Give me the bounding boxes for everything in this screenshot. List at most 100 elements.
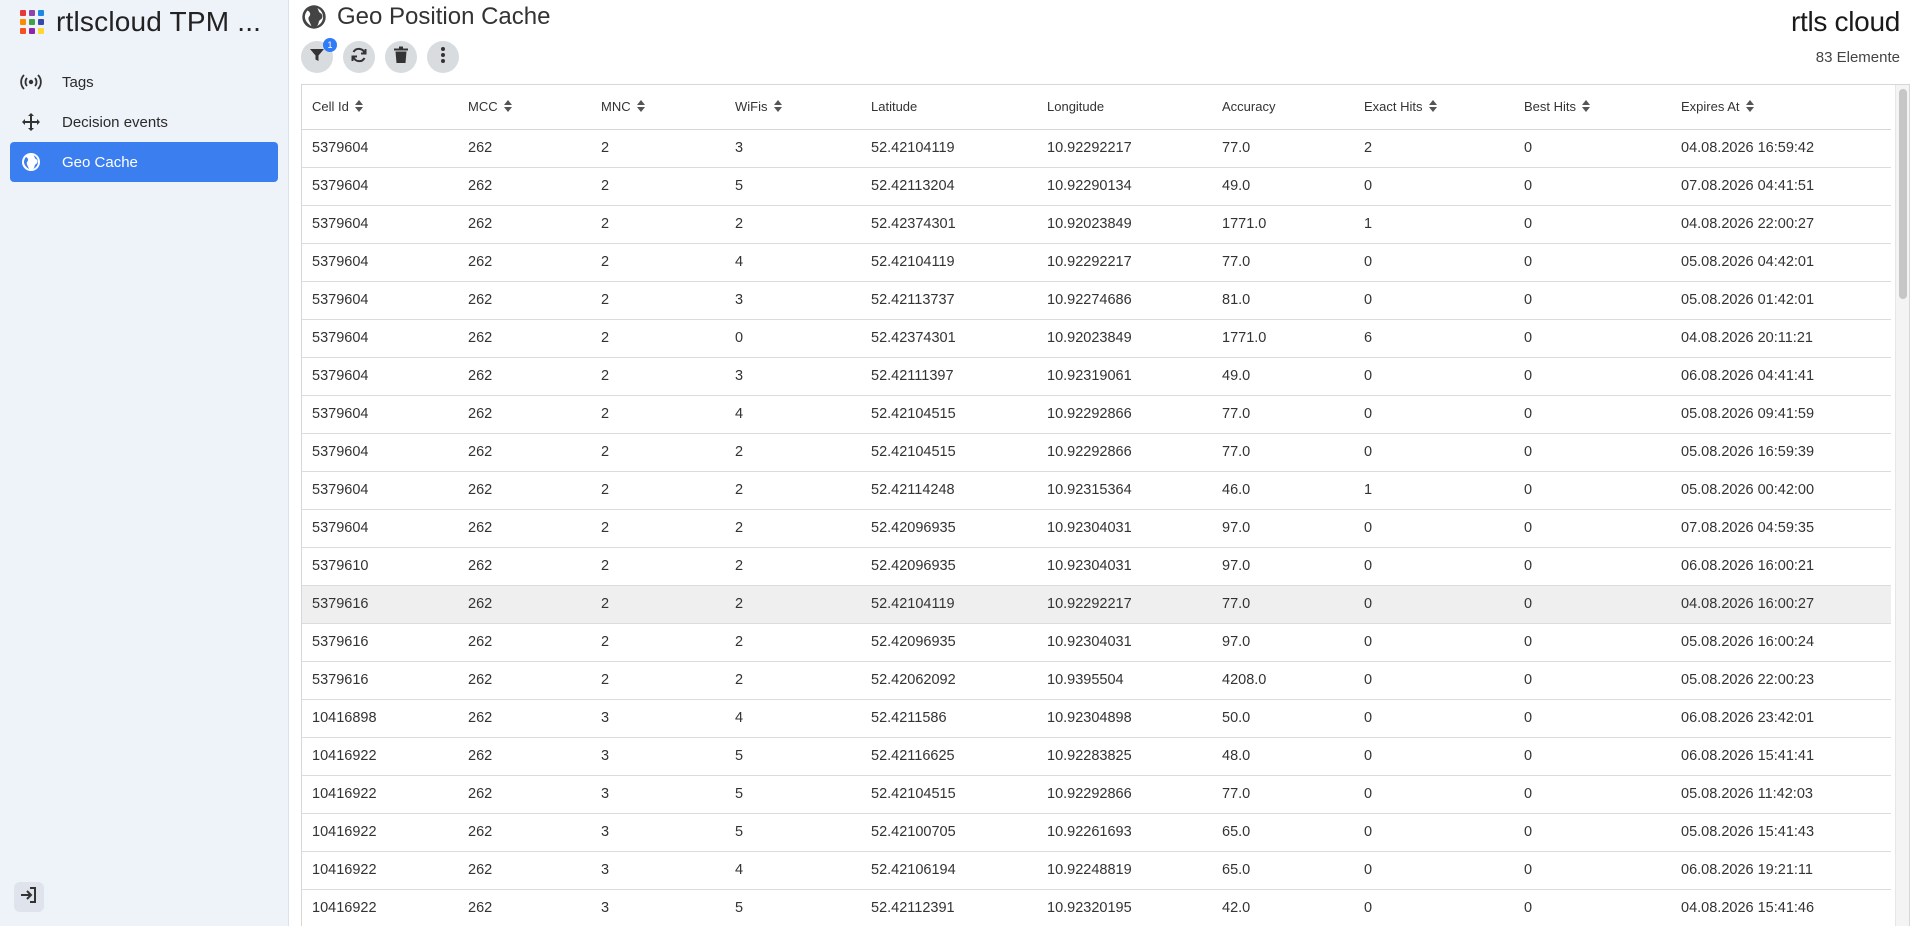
table-cell: 05.08.2026 00:42:00 bbox=[1671, 471, 1891, 510]
table-cell: 5379604 bbox=[302, 167, 458, 206]
sidebar-item-geo-cache[interactable]: Geo Cache bbox=[10, 142, 278, 182]
table-row[interactable]: 5379616 262 2 2 52.42062092 10.9395504 4208.0 0… bbox=[302, 661, 1891, 700]
column-header[interactable]: Expires At bbox=[1671, 85, 1891, 130]
table-row[interactable]: 5379616 262 2 2 52.42104119 10.92292217 77.0 0 0… bbox=[302, 585, 1891, 624]
sort-icon[interactable] bbox=[1582, 99, 1591, 115]
sidebar-item-decision-events[interactable]: Decision events bbox=[10, 102, 278, 142]
table-row[interactable]: 5379616 262 2 2 52.42096935 10.92304031 97.0 0 0… bbox=[302, 623, 1891, 662]
table-body: 5379604 262 2 3 52.42104119 10.92292217 77.0 2 0… bbox=[302, 129, 1891, 926]
column-header[interactable]: Best Hits bbox=[1514, 85, 1671, 130]
apps-grid-icon[interactable] bbox=[20, 10, 44, 34]
table-cell: 5 bbox=[725, 889, 861, 926]
table-cell: 48.0 bbox=[1212, 737, 1354, 776]
filter-button[interactable]: 1 bbox=[301, 38, 337, 73]
table-cell: 0 bbox=[1514, 319, 1671, 358]
table-cell: 5379604 bbox=[302, 509, 458, 548]
table-row[interactable]: 5379604 262 2 2 52.42374301 10.92023849 1771.0… bbox=[302, 205, 1891, 244]
table-cell: 10416922 bbox=[302, 737, 458, 776]
table-cell: 262 bbox=[458, 205, 591, 244]
table-cell: 04.08.2026 22:00:27 bbox=[1671, 205, 1891, 244]
table-cell: 10.92304031 bbox=[1037, 509, 1212, 548]
column-header: Accuracy bbox=[1212, 85, 1354, 130]
table-row[interactable]: 10416922 262 3 5 52.42100705 10.92261693 65.0 0… bbox=[302, 813, 1891, 852]
element-count: 83 Elemente bbox=[1815, 49, 1900, 66]
table-row[interactable]: 5379604 262 2 3 52.42111397 10.92319061 49.0 0 0… bbox=[302, 357, 1891, 396]
table-cell: 262 bbox=[458, 129, 591, 168]
table-row[interactable]: 5379604 262 2 0 52.42374301 10.92023849 1771.0… bbox=[302, 319, 1891, 358]
table-cell: 262 bbox=[458, 889, 591, 926]
table-cell: 2 bbox=[725, 661, 861, 700]
table-row[interactable]: 5379604 262 2 4 52.42104119 10.92292217 77.0 0 0… bbox=[302, 243, 1891, 282]
sidebar-item-tags[interactable]: Tags bbox=[10, 62, 278, 102]
table-cell: 52.42112391 bbox=[861, 889, 1037, 926]
sort-icon[interactable] bbox=[1745, 99, 1754, 115]
table-row[interactable]: 10416922 262 3 5 52.42112391 10.92320195 42.0 0… bbox=[302, 889, 1891, 926]
table-row[interactable]: 5379604 262 2 4 52.42104515 10.92292866 77.0 0 0… bbox=[302, 395, 1891, 434]
table-cell: 0 bbox=[1514, 129, 1671, 168]
table-cell: 52.42096935 bbox=[861, 509, 1037, 548]
column-header[interactable]: WiFis bbox=[725, 85, 861, 130]
table-row[interactable]: 5379604 262 2 2 52.42096935 10.92304031 97.0 0 0… bbox=[302, 509, 1891, 548]
sort-icon[interactable] bbox=[773, 99, 782, 115]
refresh-button[interactable] bbox=[343, 41, 375, 73]
table-row[interactable]: 5379604 262 2 2 52.42104515 10.92292866 77.0 0 0… bbox=[302, 433, 1891, 472]
sort-icon[interactable] bbox=[354, 99, 363, 115]
table-row[interactable]: 5379604 262 2 3 52.42104119 10.92292217 77.0 2 0… bbox=[302, 129, 1891, 168]
filter-count-badge: 1 bbox=[323, 38, 337, 52]
main-content: Geo Position Cache rtls cloud 1 83 Eleme… bbox=[289, 0, 1920, 926]
table-cell: 3 bbox=[591, 889, 725, 926]
table-row[interactable]: 5379610 262 2 2 52.42096935 10.92304031 97.0 0 0… bbox=[302, 547, 1891, 586]
apps-grid-dot bbox=[38, 10, 44, 16]
sort-icon[interactable] bbox=[1428, 99, 1437, 115]
delete-button[interactable] bbox=[385, 41, 417, 73]
column-header-label: Best Hits bbox=[1524, 98, 1577, 114]
column-header-label: Accuracy bbox=[1222, 99, 1276, 115]
apps-grid-dot bbox=[38, 28, 44, 34]
table-cell: 52.42104515 bbox=[861, 395, 1037, 434]
sort-icon[interactable] bbox=[503, 99, 512, 115]
table-cell: 05.08.2026 16:59:39 bbox=[1671, 433, 1891, 472]
table-cell: 5379616 bbox=[302, 623, 458, 662]
sort-icon[interactable] bbox=[636, 99, 645, 115]
column-header[interactable]: MCC bbox=[458, 85, 591, 130]
table-row[interactable]: 5379604 262 2 2 52.42114248 10.92315364 46.0 1 0… bbox=[302, 471, 1891, 510]
table-cell: 0 bbox=[1514, 623, 1671, 662]
table-row[interactable]: 5379604 262 2 3 52.42113737 10.92274686 81.0 0 0… bbox=[302, 281, 1891, 320]
table-cell: 3 bbox=[591, 813, 725, 852]
table-cell: 3 bbox=[725, 129, 861, 168]
table-cell: 97.0 bbox=[1212, 509, 1354, 548]
table-row[interactable]: 10416922 262 3 5 52.42104515 10.92292866 77.0 0… bbox=[302, 775, 1891, 814]
table-cell: 49.0 bbox=[1212, 167, 1354, 206]
table-cell: 0 bbox=[1514, 509, 1671, 548]
table-row[interactable]: 10416922 262 3 5 52.42116625 10.92283825 48.0 0… bbox=[302, 737, 1891, 776]
table-cell: 10.92320195 bbox=[1037, 889, 1212, 926]
column-header[interactable]: MNC bbox=[591, 85, 725, 130]
table-cell: 2 bbox=[1354, 129, 1514, 168]
scrollbar-thumb[interactable] bbox=[1899, 89, 1907, 299]
table-cell: 2 bbox=[725, 471, 861, 510]
sidebar: rtlscloud TPM ... Tags Decision events G… bbox=[0, 0, 289, 926]
table-cell: 3 bbox=[591, 699, 725, 738]
table-cell: 10.92292866 bbox=[1037, 433, 1212, 472]
table-cell: 0 bbox=[1514, 395, 1671, 434]
table-cell: 10.92292866 bbox=[1037, 775, 1212, 814]
table-cell: 5379604 bbox=[302, 357, 458, 396]
refresh-icon bbox=[350, 46, 368, 69]
table-cell: 10.92292866 bbox=[1037, 395, 1212, 434]
table-cell: 262 bbox=[458, 471, 591, 510]
logout-button[interactable] bbox=[14, 882, 44, 912]
column-header-label: WiFis bbox=[735, 98, 768, 114]
table-row[interactable]: 10416922 262 3 4 52.42106194 10.92248819 65.0 0… bbox=[302, 851, 1891, 890]
column-header-label: Expires At bbox=[1681, 98, 1740, 114]
vertical-scrollbar[interactable] bbox=[1895, 85, 1909, 926]
table-cell: 262 bbox=[458, 167, 591, 206]
table-cell: 0 bbox=[1514, 471, 1671, 510]
table-cell: 5379604 bbox=[302, 319, 458, 358]
table-cell: 05.08.2026 22:00:23 bbox=[1671, 661, 1891, 700]
column-header[interactable]: Cell Id bbox=[302, 85, 458, 130]
column-header[interactable]: Exact Hits bbox=[1354, 85, 1514, 130]
more-options-button[interactable] bbox=[427, 41, 459, 73]
table-row[interactable]: 10416898 262 3 4 52.4211586 10.92304898 50.0 0 0… bbox=[302, 699, 1891, 738]
table-cell: 262 bbox=[458, 851, 591, 890]
table-row[interactable]: 5379604 262 2 5 52.42113204 10.92290134 49.0 0 0… bbox=[302, 167, 1891, 206]
